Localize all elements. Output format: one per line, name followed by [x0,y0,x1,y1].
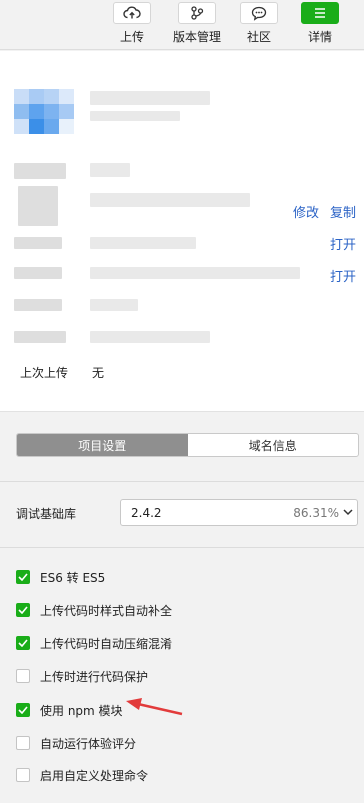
redacted-value [90,193,250,207]
base-library-select[interactable]: 2.4.2 86.31% [120,499,358,526]
last-upload-value: 无 [92,366,105,380]
divider [0,481,364,482]
redacted-label [14,331,66,343]
redacted-value [90,237,196,249]
redacted-value [90,163,130,177]
option-label: 上传代码时自动压缩混淆 [40,636,173,651]
community-button[interactable]: 社区 [233,2,285,45]
check-icon [18,573,28,581]
chat-bubble-icon [240,2,278,24]
option-label: 上传代码时样式自动补全 [40,603,173,618]
version-branch-icon [178,2,216,24]
option-label: ES6 转 ES5 [40,570,106,585]
option-label: 自动运行体验评分 [40,736,137,751]
project-sub-redacted [90,111,180,121]
base-library-version: 2.4.2 [131,506,162,520]
toolbar: 上传 版本管理 社区 详情 [0,0,364,50]
base-library-label: 调试基础库 [16,507,77,521]
option-label: 使用 npm 模块 [40,703,123,718]
redacted-value [90,267,300,279]
open-link-1[interactable]: 打开 [330,234,356,253]
base-library-percent: 86.31% [293,506,339,520]
option-auto-audit[interactable]: 自动运行体验评分 [16,735,136,751]
redacted-label [14,163,66,179]
settings-tabs: 项目设置 域名信息 [16,433,359,457]
option-style-autoprefix[interactable]: 上传代码时样式自动补全 [16,602,172,618]
chevron-down-icon [343,509,353,516]
checkbox[interactable] [16,768,30,782]
option-npm-module[interactable]: 使用 npm 模块 [16,702,123,718]
project-info-panel: 修改 复制 打开 打开 上次上传 无 [0,51,364,412]
check-icon [18,706,28,714]
tab-domain-info[interactable]: 域名信息 [188,434,359,456]
option-es6-to-es5[interactable]: ES6 转 ES5 [16,569,105,585]
copy-link[interactable]: 复制 [330,202,356,221]
checkbox[interactable] [16,669,30,683]
checkbox[interactable] [16,736,30,750]
edit-link[interactable]: 修改 [293,202,319,221]
details-label: 详情 [307,30,332,44]
option-code-protect[interactable]: 上传时进行代码保护 [16,668,148,684]
details-button[interactable]: 详情 [294,2,346,45]
check-icon [18,606,28,614]
redacted-label [14,267,62,279]
upload-button[interactable]: 上传 [106,2,158,45]
menu-icon [301,2,339,24]
redacted-label [14,237,62,249]
option-label: 启用自定义处理命令 [40,768,149,783]
annotation-arrow-icon [126,698,183,716]
redacted-value [90,299,138,311]
cloud-upload-icon [113,2,151,24]
project-avatar [14,89,74,135]
checkbox[interactable] [16,603,30,617]
redacted-value [90,331,210,343]
project-name-redacted [90,91,210,105]
checkbox[interactable] [16,636,30,650]
redacted-label [14,299,62,311]
last-upload-label: 上次上传 [20,366,69,380]
checkbox[interactable] [16,703,30,717]
divider [0,547,364,548]
community-label: 社区 [246,30,271,44]
check-icon [18,639,28,647]
checkbox[interactable] [16,570,30,584]
tab-project-settings[interactable]: 项目设置 [17,434,188,456]
option-minify[interactable]: 上传代码时自动压缩混淆 [16,635,172,651]
version-manage-button[interactable]: 版本管理 [171,2,223,45]
option-label: 上传时进行代码保护 [40,669,149,684]
option-custom-command[interactable]: 启用自定义处理命令 [16,767,148,783]
redacted-block [18,186,58,226]
upload-label: 上传 [119,30,144,44]
open-link-2[interactable]: 打开 [330,266,356,285]
version-manage-label: 版本管理 [172,30,221,44]
